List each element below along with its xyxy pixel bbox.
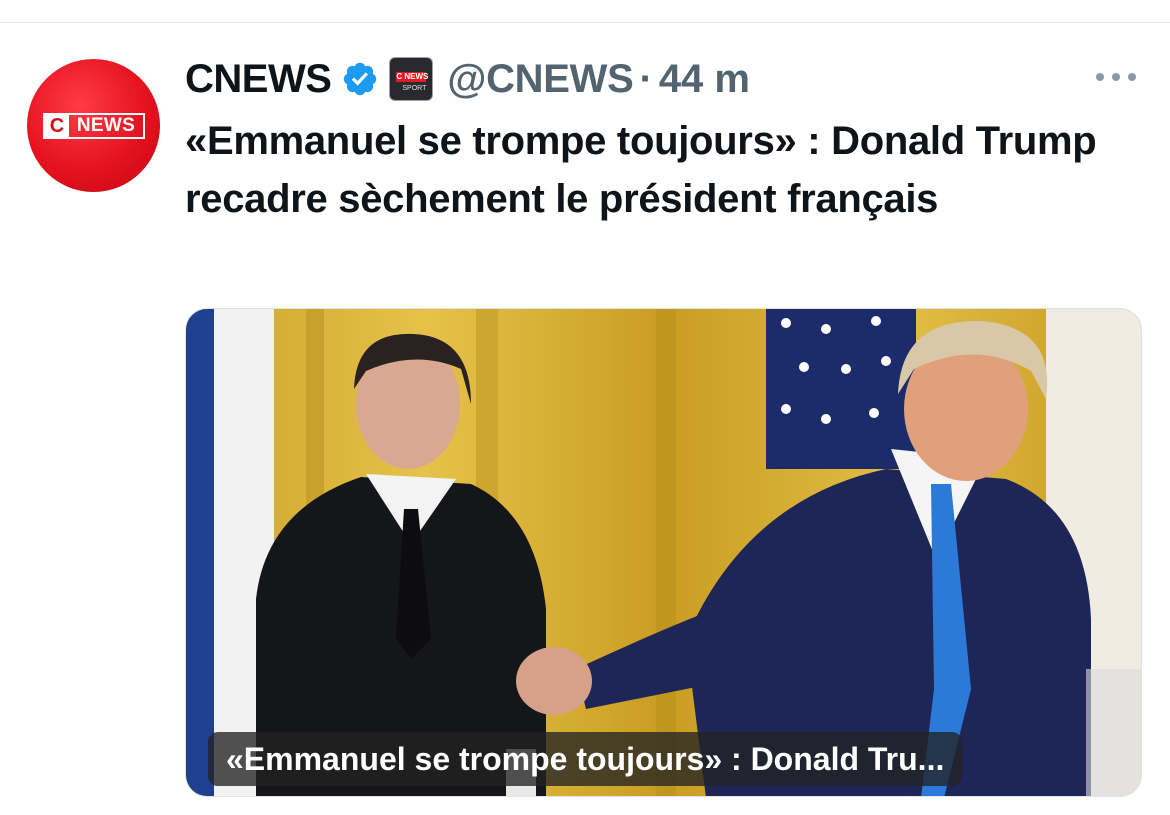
logo-c: C (45, 115, 69, 137)
verified-icon[interactable] (341, 60, 379, 98)
timestamp[interactable]: 44 m (659, 57, 750, 102)
media-caption: «Emmanuel se trompe toujours» : Donald T… (208, 732, 963, 786)
cnews-logo: C NEWS (43, 113, 145, 139)
display-name[interactable]: CNEWS (185, 57, 332, 102)
avatar[interactable]: C NEWS (27, 59, 160, 192)
handle[interactable]: @CNEWS (447, 57, 633, 102)
affiliate-badge[interactable]: C NEWS SPORT (389, 57, 434, 101)
logo-news: NEWS (76, 115, 136, 136)
affiliate-badge-sub: SPORT (402, 85, 427, 92)
media-card[interactable]: «Emmanuel se trompe toujours» : Donald T… (185, 308, 1142, 797)
tweet-header: CNEWS C NEWS SPORT @CNEWS · 44 m (185, 53, 750, 105)
tweet[interactable]: C NEWS CNEWS C NEWS SPORT @CNEWS · 44 m … (0, 23, 1170, 815)
affiliate-badge-logo: C NEWS (396, 72, 429, 82)
more-icon[interactable] (1092, 65, 1140, 89)
media-photo (186, 309, 1141, 796)
tweet-text: «Emmanuel se trompe toujours» : Donald T… (185, 119, 1097, 221)
separator-dot: · (639, 56, 653, 101)
